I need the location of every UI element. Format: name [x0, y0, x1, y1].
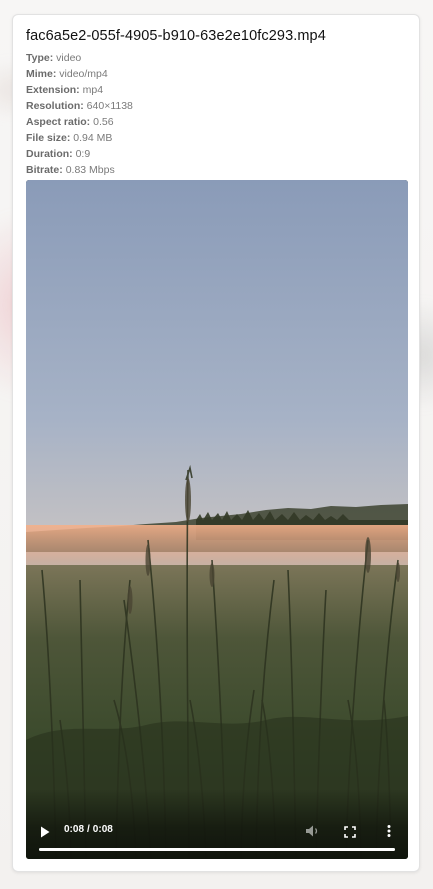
current-time: 0:08	[64, 824, 85, 835]
fullscreen-button[interactable]	[344, 825, 356, 838]
file-name-title: fac6a5e2-055f-4905-b910-63e2e10fc293.mp4	[26, 28, 326, 44]
more-options-button[interactable]	[385, 824, 393, 838]
progress-fill	[39, 848, 395, 851]
metadata-list: Type: video Mime: video/mp4 Extension: m…	[26, 50, 133, 178]
play-icon	[41, 826, 50, 838]
more-vertical-icon	[387, 825, 391, 837]
fullscreen-icon	[344, 826, 356, 838]
metadata-row-type: Type: video	[26, 52, 82, 64]
video-frame-meadow-sunrise	[26, 180, 408, 859]
media-info-card: fac6a5e2-055f-4905-b910-63e2e10fc293.mp4…	[12, 14, 420, 872]
volume-icon	[306, 825, 318, 837]
metadata-row-aspect-ratio: Aspect ratio: 0.56	[26, 116, 114, 128]
time-display: 0:08/0:08	[64, 824, 113, 835]
metadata-row-resolution: Resolution: 640×1138	[26, 100, 133, 112]
video-controls-bar: 0:08/0:08	[26, 789, 408, 859]
total-time: 0:08	[92, 824, 113, 835]
progress-bar[interactable]	[39, 848, 395, 851]
metadata-row-duration: Duration: 0:9	[26, 148, 91, 160]
metadata-row-bitrate: Bitrate: 0.83 Mbps	[26, 164, 115, 176]
metadata-row-extension: Extension: mp4	[26, 84, 104, 96]
play-button[interactable]	[39, 825, 51, 839]
video-player[interactable]: 0:08/0:08	[26, 180, 408, 859]
volume-button[interactable]	[305, 824, 321, 838]
metadata-row-mime: Mime: video/mp4	[26, 68, 108, 80]
metadata-row-file-size: File size: 0.94 MB	[26, 132, 113, 144]
time-separator: /	[87, 824, 90, 835]
